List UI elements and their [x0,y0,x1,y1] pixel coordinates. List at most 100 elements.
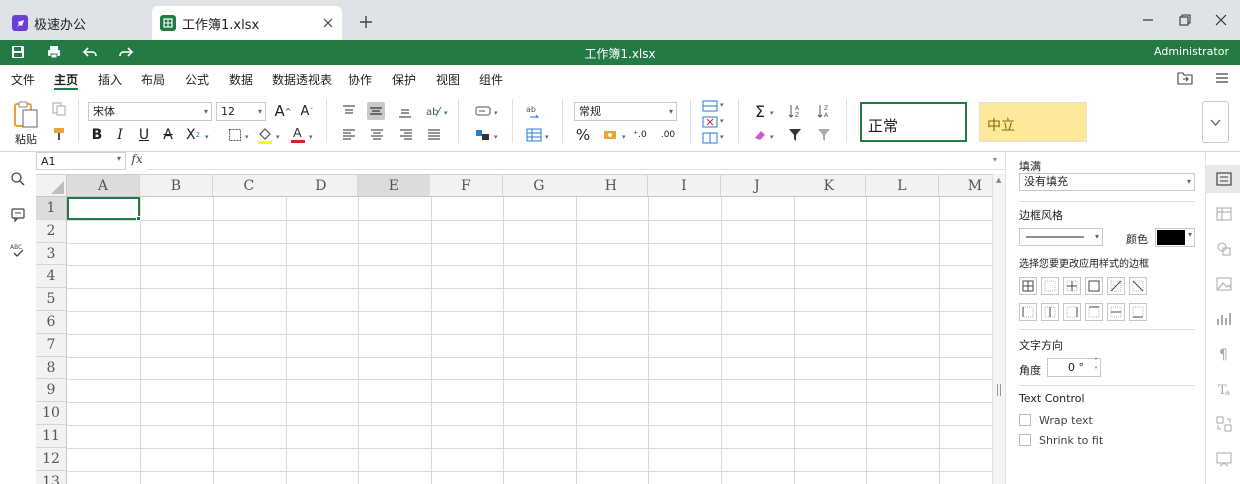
text-orientation-icon[interactable]: ab [425,102,443,120]
comment-icon[interactable] [10,207,26,223]
column-header-c[interactable]: C [213,175,286,197]
column-header-f[interactable]: F [430,175,503,197]
pivot-settings-icon[interactable] [1215,415,1233,433]
increase-font-icon[interactable]: A ^ [274,102,292,120]
font-color-icon[interactable]: A [289,125,307,143]
font-size-select[interactable]: 12 ▾ [216,102,266,121]
decrease-decimal-icon[interactable]: ⁺.0 [631,126,649,144]
vertical-scrollbar[interactable]: ▲ [992,174,1005,484]
menu-protect[interactable]: 保护 [392,71,416,88]
border-diagonal-up-icon[interactable] [1107,277,1125,295]
menu-layout[interactable]: 布局 [141,71,165,88]
column-header-b[interactable]: B [140,175,213,197]
menu-collaborate[interactable]: 协作 [348,71,372,88]
border-all-icon[interactable] [1019,277,1037,295]
row-header-10[interactable]: 10 [36,402,67,425]
cell-style-neutral[interactable]: 中立 [979,102,1087,142]
menu-home[interactable]: 主页 [54,71,78,88]
spellcheck-icon[interactable]: ABC [10,242,26,258]
row-header-9[interactable]: 9 [36,379,67,403]
text-art-icon[interactable]: Ta [1215,380,1233,398]
align-top-icon[interactable] [340,102,358,120]
decrease-font-icon[interactable]: Aˇ [298,102,316,120]
border-inner-horizontal-icon[interactable] [1107,303,1125,321]
border-none-icon[interactable] [1041,277,1059,295]
paragraph-settings-icon[interactable]: ¶ [1215,345,1233,363]
menu-plugins[interactable]: 组件 [479,71,503,88]
tab-home[interactable]: 极速办公 [4,6,144,40]
row-header-5[interactable]: 5 [36,288,67,311]
function-icon[interactable]: fx [128,152,146,170]
shape-settings-icon[interactable] [1215,240,1233,258]
hamburger-menu-icon[interactable] [1214,70,1230,86]
border-right-icon[interactable] [1063,303,1081,321]
row-header-13[interactable]: 13 [36,470,67,484]
copy-icon[interactable] [50,100,68,118]
table-format-icon[interactable] [525,126,543,144]
percent-icon[interactable]: % [574,126,592,144]
open-location-icon[interactable] [1177,70,1193,86]
subscript-icon[interactable]: X2 [184,126,202,144]
column-header-d[interactable]: D [285,175,358,197]
column-header-e[interactable]: E [358,175,431,197]
format-painter-icon[interactable] [50,125,68,143]
menu-insert[interactable]: 插入 [98,71,122,88]
wrap-text-icon[interactable] [474,102,492,120]
paste-icon[interactable] [12,101,40,129]
column-header-j[interactable]: J [721,175,794,197]
row-header-8[interactable]: 8 [36,356,67,380]
row-header-11[interactable]: 11 [36,425,67,448]
align-right-icon[interactable] [397,126,415,144]
table-settings-icon[interactable] [1215,205,1233,223]
cell-settings-icon[interactable] [1215,170,1233,188]
increase-decimal-icon[interactable]: .00 [659,126,677,144]
strikethrough-icon[interactable]: A [159,126,177,144]
align-center-icon[interactable] [368,126,386,144]
clear-icon[interactable] [751,126,769,144]
border-bottom-icon[interactable] [1129,303,1147,321]
search-icon[interactable] [10,171,26,187]
border-color-picker[interactable]: ▾ [1155,228,1195,247]
align-bottom-icon[interactable] [396,102,414,120]
column-header-m[interactable]: M [939,175,992,197]
menu-data[interactable]: 数据 [229,71,253,88]
close-tab-icon[interactable] [320,15,336,31]
wrap-text-checkbox[interactable] [1019,414,1031,426]
row-header-12[interactable]: 12 [36,447,67,471]
column-header-i[interactable]: I [648,175,721,197]
row-header-4[interactable]: 4 [36,265,67,289]
menu-file[interactable]: 文件 [11,71,35,88]
minimize-icon[interactable] [1140,12,1156,28]
underline-icon[interactable]: U [135,126,153,144]
font-name-select[interactable]: 宋体 ▾ [88,102,212,121]
border-style-select[interactable]: ▾ [1019,228,1103,246]
selected-cell[interactable] [67,197,140,220]
column-header-g[interactable]: G [503,175,576,197]
new-tab-icon[interactable] [356,12,376,32]
border-left-icon[interactable] [1019,303,1037,321]
clear-filter-icon[interactable] [815,126,833,144]
border-top-icon[interactable] [1085,303,1103,321]
column-header-k[interactable]: K [793,175,866,197]
row-header-3[interactable]: 3 [36,242,67,266]
justify-icon[interactable] [425,126,443,144]
expand-formula-icon[interactable]: ▾ [993,155,997,164]
border-inner-icon[interactable] [1063,277,1081,295]
user-name[interactable]: Administrator [1154,45,1229,58]
shrink-to-fit-checkbox[interactable] [1019,434,1031,446]
align-left-icon[interactable] [340,126,358,144]
select-all-corner[interactable] [36,175,67,197]
name-box[interactable]: A1 ▾ [36,152,126,170]
currency-format-icon[interactable] [602,126,620,144]
menu-pivot-table[interactable]: 数据透视表 [272,71,332,88]
cell-style-normal[interactable]: 正常 [860,102,967,142]
number-format-select[interactable]: 常规 ▾ [574,102,677,121]
fill-color-icon[interactable] [256,126,274,144]
spreadsheet-grid[interactable]: A B C D E F G H I J K L M 1 2 3 4 5 6 7 8 9 10 11 12 13 [36,174,992,484]
fill-handle[interactable] [136,216,141,221]
sort-descending-icon[interactable]: ZA [815,102,833,120]
scroll-thumb-grip[interactable] [997,384,1001,396]
scroll-up-icon[interactable]: ▲ [996,176,1001,184]
restore-icon[interactable] [1177,12,1193,28]
borders-icon[interactable] [226,126,244,144]
